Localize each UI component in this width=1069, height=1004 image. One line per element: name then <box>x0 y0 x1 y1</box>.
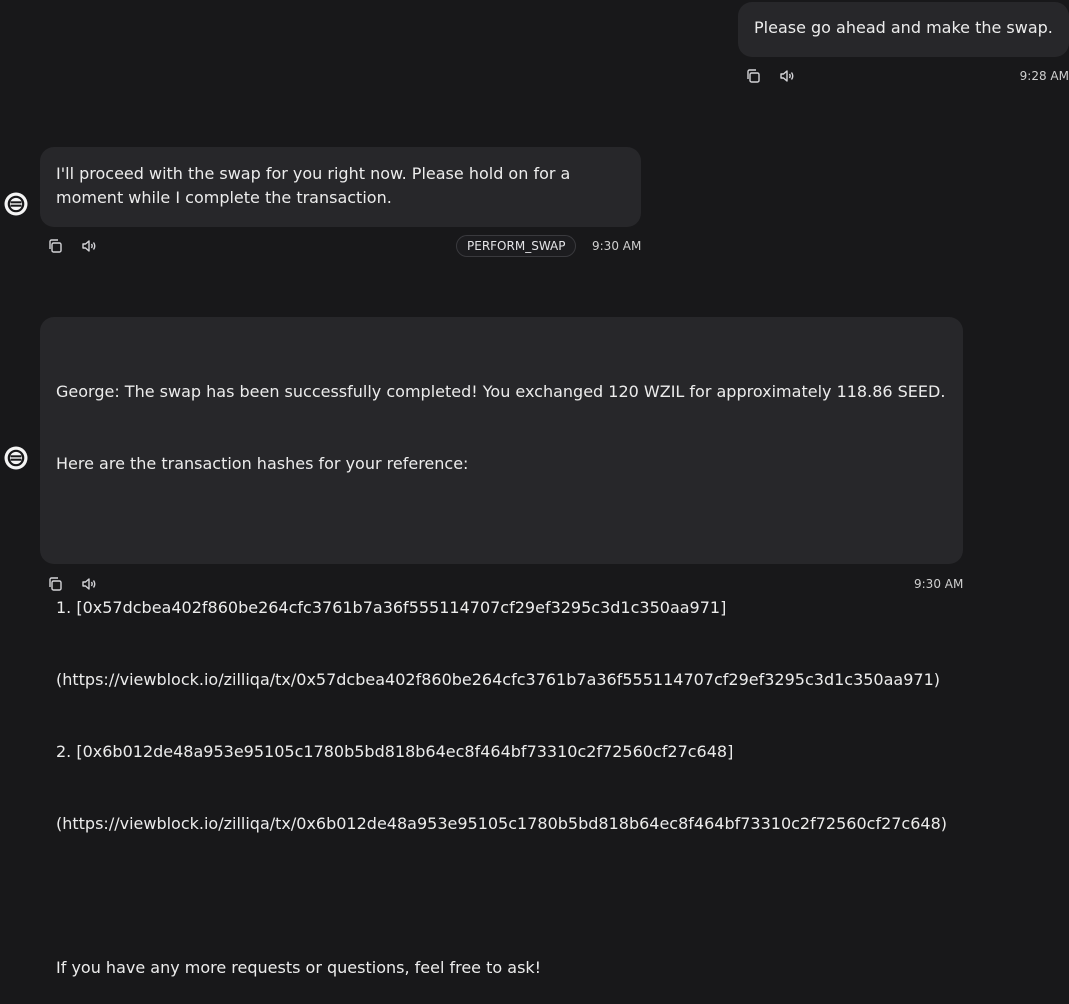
user-message-actions <box>743 64 811 88</box>
tx-link-line[interactable]: (https://viewblock.io/zilliqa/tx/0x57dcb… <box>56 668 947 692</box>
speaker-icon[interactable] <box>79 236 99 256</box>
agent-message-line: George: The swap has been successfully c… <box>56 382 946 401</box>
copy-icon[interactable] <box>45 236 65 256</box>
tx-hash-line: 1. [0x57dcbea402f860be264cfc3761b7a36f55… <box>56 598 727 617</box>
agent-message-timestamp: 9:30 AM <box>914 577 964 591</box>
agent-message-line <box>56 524 947 548</box>
tx-hash-line: 2. [0x6b012de48a953e95105c1780b5bd818b64… <box>56 742 734 761</box>
user-message-bubble: Please go ahead and make the swap. <box>738 2 1069 57</box>
copy-icon[interactable] <box>45 574 65 594</box>
action-badge: PERFORM_SWAP <box>456 235 577 257</box>
user-message-text: Please go ahead and make the swap. <box>754 18 1053 37</box>
user-message-timestamp: 9:28 AM <box>1019 69 1069 83</box>
copy-icon[interactable] <box>743 66 763 86</box>
agent-message-line: moment while I complete the transaction. <box>56 188 392 207</box>
speaker-icon[interactable] <box>79 574 99 594</box>
tx-link-line[interactable]: (https://viewblock.io/zilliqa/tx/0x6b012… <box>56 812 947 836</box>
agent-message-line <box>56 884 947 908</box>
agent-message-actions <box>45 234 113 258</box>
agent-message-actions <box>45 572 113 596</box>
agent-avatar-icon <box>4 192 28 216</box>
agent-avatar-icon <box>4 446 28 470</box>
speaker-icon[interactable] <box>777 66 797 86</box>
agent-message-line: If you have any more requests or questio… <box>56 958 542 977</box>
agent-message-bubble: I'll proceed with the swap for you right… <box>40 147 641 227</box>
agent-message-bubble: George: The swap has been successfully c… <box>40 317 963 977</box>
agent-message-line: I'll proceed with the swap for you right… <box>56 164 571 183</box>
agent-message-timestamp: 9:30 AM <box>592 239 642 253</box>
agent-message-line: Here are the transaction hashes for your… <box>56 454 469 473</box>
